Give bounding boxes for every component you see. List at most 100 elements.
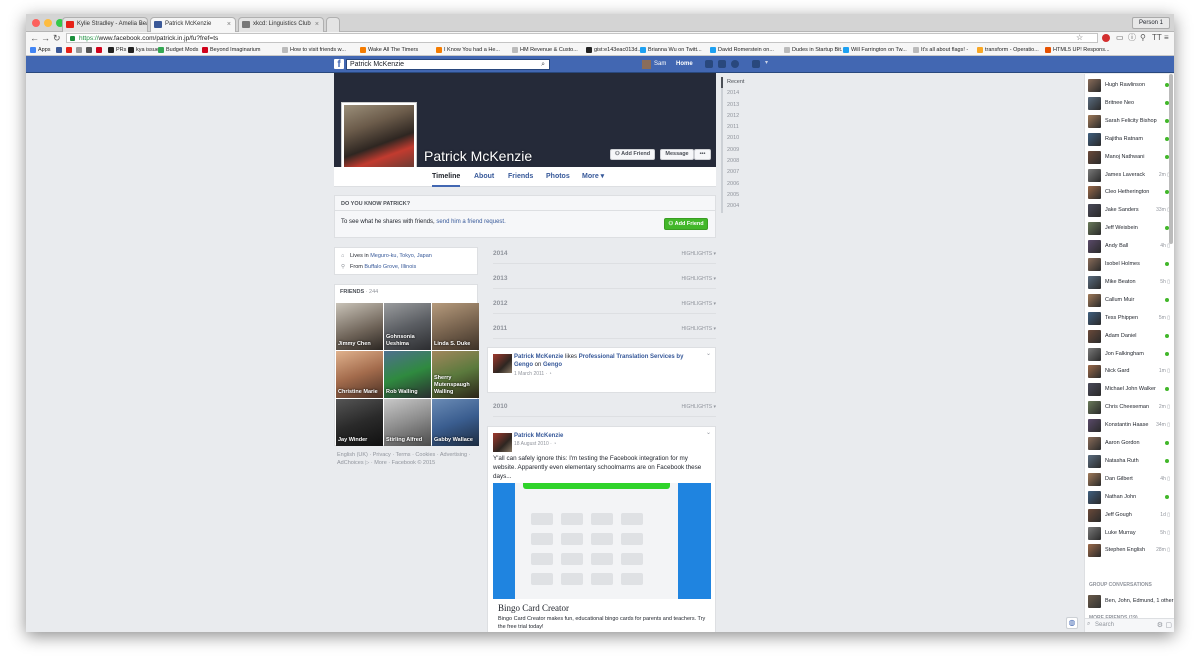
close-tab-icon[interactable]: ×: [227, 18, 231, 31]
home-link[interactable]: Home: [676, 58, 693, 71]
gear-icon[interactable]: ⚙: [1157, 621, 1163, 629]
profile-link[interactable]: Sam: [642, 58, 666, 71]
year-nav-item[interactable]: 2014: [723, 88, 761, 99]
close-window-icon[interactable]: [32, 19, 40, 27]
highlights-dropdown[interactable]: HIGHLIGHTS ▾: [682, 326, 716, 332]
year-nav-item[interactable]: 2009: [723, 145, 761, 156]
bookmark-item[interactable]: [96, 45, 104, 55]
more-options-button[interactable]: •••: [694, 149, 711, 160]
extension-icon[interactable]: [1102, 34, 1110, 42]
friend-tile[interactable]: Jimmy Chen: [336, 303, 383, 350]
add-friend-button[interactable]: ⚇ Add Friend: [610, 149, 655, 160]
year-nav-item[interactable]: 2013: [723, 100, 761, 111]
year-nav-item[interactable]: 2007: [723, 167, 761, 178]
year-nav-item[interactable]: 2005: [723, 190, 761, 201]
friend-tile[interactable]: Sherry Mutenspaugh Walling: [432, 351, 479, 398]
facebook-logo-icon[interactable]: f: [334, 59, 344, 70]
year-nav-item[interactable]: 2012: [723, 111, 761, 122]
close-tab-icon[interactable]: ×: [139, 18, 143, 31]
friend-tile[interactable]: Linda S. Duke: [432, 303, 479, 350]
year-nav-item[interactable]: Recent: [721, 77, 761, 89]
bookmark-item[interactable]: [66, 45, 74, 55]
footer-links[interactable]: English (UK) · Privacy · Terms · Cookies…: [337, 451, 477, 467]
forward-icon[interactable]: →: [41, 32, 50, 44]
chat-contact[interactable]: Konstantin Haase 34m ▯: [1087, 418, 1171, 433]
back-icon[interactable]: ←: [30, 32, 39, 44]
chat-contact[interactable]: Chris Cheeseman 2m ▯: [1087, 400, 1171, 415]
tab-timeline[interactable]: Timeline: [432, 167, 461, 187]
close-tab-icon[interactable]: ×: [315, 18, 319, 31]
year-nav-item[interactable]: 2008: [723, 156, 761, 167]
chevron-down-icon[interactable]: ⌄: [706, 429, 711, 436]
bookmark-item[interactable]: transform - Operatio...: [977, 45, 1039, 55]
bookmark-item[interactable]: [76, 45, 84, 55]
chat-contact[interactable]: Nick Gard 1m ▯: [1087, 364, 1171, 379]
chat-contact[interactable]: Mike Beaton 5h ▯: [1087, 275, 1171, 290]
bookmark-item[interactable]: gist:e143eac013d...: [586, 45, 642, 55]
globe-icon[interactable]: ◍: [1066, 617, 1078, 629]
bookmark-item[interactable]: Dudes in Startup Bit...: [784, 45, 846, 55]
chat-contact[interactable]: Aaron Gordon: [1087, 436, 1171, 451]
bookmark-item[interactable]: It's all about flags! -: [913, 45, 968, 55]
bookmark-item[interactable]: Wake All The Timers: [360, 45, 418, 55]
chat-contact[interactable]: Sarah Felicity Bishop: [1087, 114, 1171, 129]
chat-contact[interactable]: Callum Muir: [1087, 293, 1171, 308]
bookmark-item[interactable]: HM Revenue & Custo...: [512, 45, 578, 55]
bookmark-item[interactable]: [56, 45, 64, 55]
year-nav-item[interactable]: 2010: [723, 133, 761, 144]
person-button[interactable]: Person 1: [1131, 17, 1170, 29]
year-section[interactable]: 2014 HIGHLIGHTS ▾: [493, 250, 716, 264]
post-author-link[interactable]: Patrick McKenzie: [514, 354, 563, 360]
privacy-shortcuts-icon[interactable]: [752, 60, 760, 68]
friend-tile[interactable]: Stirling Alfred: [384, 399, 431, 446]
chat-contact[interactable]: Cleo Hetherington: [1087, 185, 1171, 200]
tab-friends[interactable]: Friends: [508, 167, 533, 187]
scrollbar[interactable]: [1169, 74, 1173, 244]
chat-contact[interactable]: Dan Gilbert 4h ▯: [1087, 472, 1171, 487]
tab-about[interactable]: About: [474, 167, 494, 187]
cast-icon[interactable]: ▭: [1116, 33, 1124, 43]
tab-more[interactable]: More ▾: [582, 167, 604, 187]
highlights-dropdown[interactable]: HIGHLIGHTS ▾: [682, 301, 716, 307]
browser-tab[interactable]: Kylie Stradley - Amelia Bea ×: [62, 17, 148, 32]
address-bar[interactable]: https://www.facebook.com/patrick.in.jp/f…: [66, 33, 1098, 43]
browser-tab[interactable]: Patrick McKenzie ×: [150, 17, 236, 32]
year-nav-item[interactable]: 2006: [723, 179, 761, 190]
bookmark-item[interactable]: I Know You had a He...: [436, 45, 500, 55]
compose-icon[interactable]: ▢: [1165, 621, 1172, 629]
facebook-search-input[interactable]: Patrick McKenzie ⌕: [346, 59, 550, 70]
chat-contact[interactable]: Stephen English 28m ▯: [1087, 543, 1171, 558]
year-section[interactable]: 2011 HIGHLIGHTS ▾: [493, 325, 716, 339]
lives-in-link[interactable]: Meguro-ku, Tokyo, Japan: [370, 253, 432, 259]
message-button[interactable]: Message: [660, 149, 694, 160]
bookmark-item[interactable]: Apps: [30, 45, 51, 55]
chevron-down-icon[interactable]: ⌄: [706, 350, 711, 357]
friends-heading[interactable]: FRIENDS · 244: [340, 289, 378, 295]
post-date[interactable]: 1 March 2011 · ◔: [514, 371, 552, 377]
puzzle-icon[interactable]: ⚲: [1140, 33, 1146, 43]
bookmark-item[interactable]: How to visit friends w...: [282, 45, 346, 55]
highlights-dropdown[interactable]: HIGHLIGHTS ▾: [682, 404, 716, 410]
bookmark-item[interactable]: HTML5 UP! Respons...: [1045, 45, 1110, 55]
chat-search-input[interactable]: ⌕ Search ⚙ ▢: [1085, 618, 1174, 632]
add-friend-green-button[interactable]: ⚇ Add Friend: [664, 218, 708, 230]
reload-icon[interactable]: ↻: [53, 32, 61, 44]
chat-contact[interactable]: Isobel Holmes: [1087, 257, 1171, 272]
post-author-link[interactable]: Patrick McKenzie: [514, 433, 563, 439]
chat-contact[interactable]: Tess Phippen 5m ▯: [1087, 311, 1171, 326]
profile-name[interactable]: Patrick McKenzie: [424, 148, 532, 164]
friend-tile[interactable]: Jay Winder: [336, 399, 383, 446]
group-conversation-item[interactable]: Ben, John, Edmund, 1 other: [1087, 594, 1174, 609]
friend-tile[interactable]: Gabby Wallace: [432, 399, 479, 446]
chat-contact[interactable]: Britnee Neo: [1087, 96, 1171, 111]
bookmark-item[interactable]: Will Farrington on Tw...: [843, 45, 907, 55]
chat-contact[interactable]: Jeff Gough 1d ▯: [1087, 508, 1171, 523]
year-nav-item[interactable]: 2011: [723, 122, 761, 133]
bookmark-item[interactable]: PRs: [108, 45, 126, 55]
bookmark-item[interactable]: Budget Mods: [158, 45, 198, 55]
chat-contact[interactable]: Jeff Weisbein: [1087, 221, 1171, 236]
chat-contact[interactable]: Manoj Nathwani: [1087, 150, 1171, 165]
chat-contact[interactable]: James Laverack 2m ▯: [1087, 168, 1171, 183]
star-icon[interactable]: ☆: [1076, 33, 1083, 43]
bookmark-item[interactable]: Beyond Imaginarium: [202, 45, 260, 55]
